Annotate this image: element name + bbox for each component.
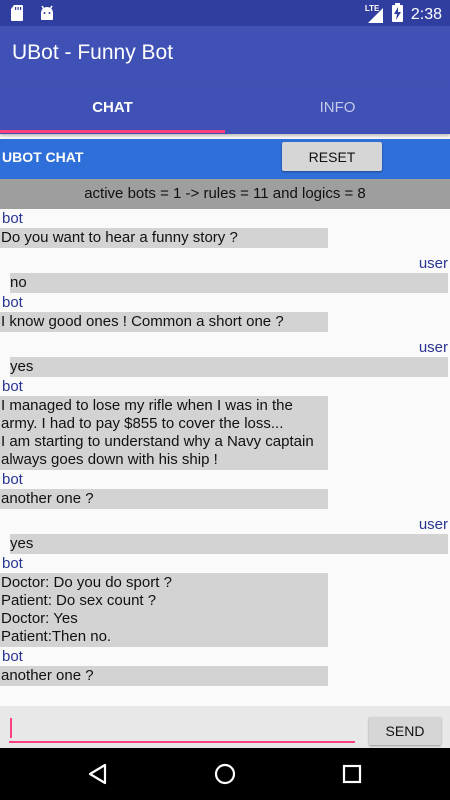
text-cursor (10, 718, 12, 738)
sender-label: bot (2, 294, 23, 311)
sender-label: user (418, 516, 448, 533)
chat-title: UBOT CHAT (2, 149, 84, 165)
tab-chat[interactable]: CHAT (0, 82, 225, 134)
back-icon[interactable] (86, 762, 110, 786)
message-bot: bot another one ? (0, 647, 450, 686)
battery-charging-icon (391, 3, 403, 27)
app-bar: UBot - Funny Bot (0, 26, 450, 82)
message-bot: bot I know good ones ! Common a short one… (0, 293, 450, 332)
tab-bar: CHAT INFO (0, 82, 450, 134)
message-bot: bot I managed to lose my rifle when I was… (0, 377, 450, 470)
recents-icon[interactable] (340, 762, 364, 786)
signal-icon: LTE (364, 4, 384, 24)
chat-header: UBOT CHAT RESET (0, 139, 450, 179)
sd-card-icon (10, 4, 24, 27)
home-icon[interactable] (213, 762, 237, 786)
message-bot: bot Do you want to hear a funny story ? (0, 209, 450, 248)
navigation-bar (0, 748, 450, 800)
message-text: no (10, 273, 448, 293)
app-title: UBot - Funny Bot (12, 41, 174, 64)
tab-chat-label: CHAT (92, 99, 133, 116)
sender-label: user (418, 339, 448, 356)
status-bar: LTE 2:38 (0, 0, 450, 26)
sender-label: bot (2, 378, 23, 395)
message-text: Do you want to hear a funny story ? (0, 228, 328, 248)
input-area: SEND (0, 706, 450, 748)
message-text: I know good ones ! Common a short one ? (0, 312, 328, 332)
tab-info-label: INFO (319, 99, 356, 116)
message-text: Doctor: Do you do sport ? Patient: Do se… (0, 573, 328, 647)
message-text: another one ? (0, 489, 328, 509)
android-icon (38, 4, 56, 27)
tab-indicator (0, 130, 225, 133)
sender-label: user (418, 255, 448, 272)
status-time: 2:38 (410, 6, 442, 23)
message-user: user no (0, 248, 450, 293)
reset-button[interactable]: RESET (282, 142, 382, 171)
network-type: LTE (364, 4, 380, 13)
stats-bar: active bots = 1 -> rules = 11 and logics… (0, 179, 450, 209)
message-user: user yes (0, 509, 450, 554)
message-text: I managed to lose my rifle when I was in… (0, 396, 328, 470)
message-user: user yes (0, 332, 450, 377)
sender-label: bot (2, 471, 23, 488)
message-list[interactable]: bot Do you want to hear a funny story ? us… (0, 209, 450, 706)
send-button[interactable]: SEND (369, 717, 441, 745)
message-text: yes (10, 534, 448, 554)
sender-label: bot (2, 648, 23, 665)
sender-label: bot (2, 555, 23, 572)
message-text: another one ? (0, 666, 328, 686)
tab-info[interactable]: INFO (225, 82, 450, 134)
message-input[interactable] (9, 713, 355, 743)
message-bot: bot another one ? (0, 470, 450, 509)
message-bot: bot Doctor: Do you do sport ? Patient: Do… (0, 554, 450, 647)
message-text: yes (10, 357, 448, 377)
sender-label: bot (2, 210, 23, 227)
